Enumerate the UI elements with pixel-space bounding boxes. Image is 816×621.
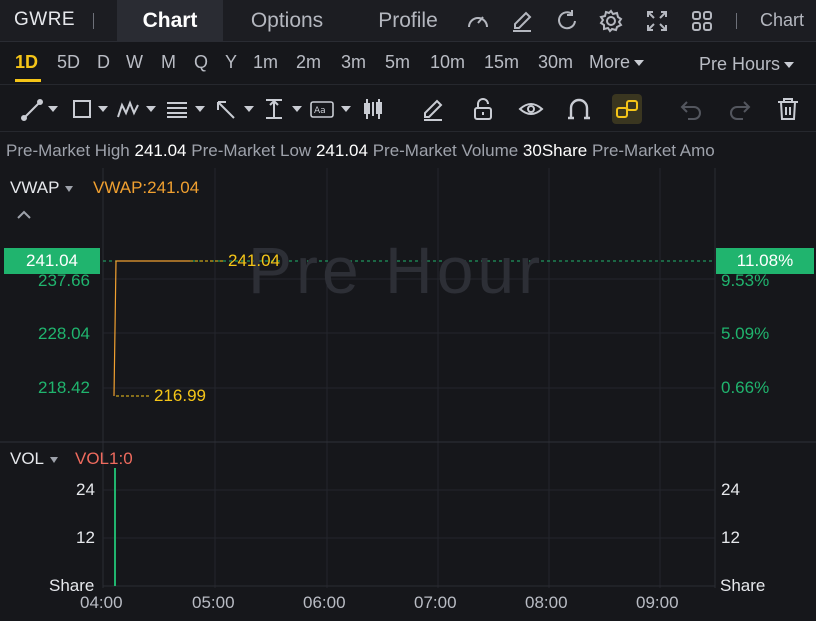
price-axis-label: 228.04 [38, 324, 90, 343]
time-axis-label: 08:00 [525, 593, 568, 612]
magnet-icon[interactable] [566, 96, 592, 122]
period-30m[interactable]: 30m [538, 52, 573, 73]
percent-axis-label: 9.53% [721, 271, 770, 290]
premarket-high-value: 241.04 [134, 141, 187, 160]
time-axis-label: 09:00 [636, 593, 679, 612]
tab-profile[interactable]: Profile [360, 0, 456, 42]
eye-icon[interactable] [518, 96, 544, 122]
chart-link[interactable]: Chart [760, 10, 804, 31]
period-bar: 1D 5D D W M Q Y 1m 2m 3m 5m 10m 15m 30m … [0, 43, 816, 85]
divider [93, 13, 94, 29]
tab-options[interactable]: Options [228, 0, 346, 42]
line-tool-icon[interactable] [20, 96, 62, 122]
grid-icon[interactable] [689, 8, 715, 34]
volume-axis-label: 24 [721, 480, 740, 499]
chevron-down-icon [50, 456, 59, 463]
premarket-volume-label: Pre-Market Volume [372, 141, 519, 160]
chevron-down-icon [65, 185, 74, 192]
trash-icon[interactable] [775, 96, 801, 122]
chart-area[interactable]: Pre Hour VWAP VWAP:241.04 241.04 11.08% … [0, 168, 816, 621]
unlock-icon[interactable] [470, 96, 496, 122]
premarket-low-label: Pre-Market Low [191, 141, 312, 160]
last-price-annotation: 241.04 [228, 251, 280, 270]
volume-axis-label: 12 [76, 528, 95, 547]
tab-chart[interactable]: Chart [117, 0, 223, 42]
period-d[interactable]: D [97, 52, 110, 73]
price-axis-label: 218.42 [38, 378, 90, 397]
vol-value: VOL1:0 [75, 449, 133, 468]
period-10m[interactable]: 10m [430, 52, 465, 73]
period-1d[interactable]: 1D [15, 52, 38, 73]
vol-indicator-selector[interactable]: VOL [10, 449, 59, 469]
premarket-stats: Pre-Market High 241.04 Pre-Market Low 24… [0, 138, 816, 166]
edit-icon[interactable] [509, 8, 535, 34]
percent-axis-label: 0.66% [721, 378, 770, 397]
more-periods-dropdown[interactable]: More [589, 52, 645, 73]
session-dropdown[interactable]: Pre Hours [699, 54, 795, 75]
chevron-down-icon [634, 60, 645, 67]
period-5d[interactable]: 5D [57, 52, 80, 73]
ticker-symbol: GWRE [14, 9, 76, 30]
vol-label: VOL [10, 449, 45, 468]
undo-icon[interactable] [679, 96, 705, 122]
premarket-high-label: Pre-Market High [6, 141, 130, 160]
time-axis-label: 04:00 [80, 593, 123, 612]
period-w[interactable]: W [126, 52, 143, 73]
drawing-toolbar: Aa [0, 86, 816, 132]
period-y[interactable]: Y [225, 52, 237, 73]
percent-axis-label: 5.09% [721, 324, 770, 343]
time-axis-label: 05:00 [192, 593, 235, 612]
link-icon[interactable] [612, 94, 642, 124]
period-1m[interactable]: 1m [253, 52, 278, 73]
pattern-tool-icon[interactable] [116, 96, 160, 122]
period-2m[interactable]: 2m [296, 52, 321, 73]
period-q[interactable]: Q [194, 52, 208, 73]
more-label: More [589, 52, 631, 72]
time-axis-label: 07:00 [414, 593, 457, 612]
session-watermark: Pre Hour [248, 233, 545, 307]
volume-unit-label: Share [720, 576, 766, 595]
vwap-label: VWAP [10, 178, 60, 197]
text-tool-icon[interactable]: Aa [309, 96, 355, 122]
session-label: Pre Hours [699, 54, 781, 74]
volume-axis-label: 12 [721, 528, 740, 547]
period-3m[interactable]: 3m [341, 52, 366, 73]
period-m[interactable]: M [161, 52, 176, 73]
premarket-volume-value: 30Share [522, 141, 588, 160]
svg-text:Aa: Aa [314, 106, 326, 116]
refresh-icon[interactable] [554, 8, 580, 34]
redo-icon[interactable] [726, 96, 752, 122]
period-5m[interactable]: 5m [385, 52, 410, 73]
top-header: GWRE Chart Options Profile Chart [0, 0, 816, 42]
divider [736, 13, 737, 29]
volume-axis-label: 24 [76, 480, 95, 499]
settings-icon[interactable] [598, 8, 624, 34]
vwap-value: VWAP:241.04 [93, 178, 200, 197]
active-period-indicator [15, 79, 41, 82]
arrow-tool-icon[interactable] [214, 96, 258, 122]
pencil-icon[interactable] [420, 96, 446, 122]
chevron-down-icon [784, 62, 795, 69]
price-axis-label: 237.66 [38, 271, 90, 290]
premarket-amount-label: Pre-Market Amo [591, 141, 715, 160]
vwap-indicator-selector[interactable]: VWAP [10, 178, 74, 198]
measure-tool-icon[interactable] [262, 96, 306, 122]
premarket-low-value: 241.04 [315, 141, 368, 160]
gauge-icon[interactable] [465, 8, 491, 34]
period-15m[interactable]: 15m [484, 52, 519, 73]
candle-tool-icon[interactable] [360, 96, 386, 122]
low-price-annotation: 216.99 [154, 386, 206, 405]
fib-tool-icon[interactable] [165, 96, 209, 122]
time-axis-label: 06:00 [303, 593, 346, 612]
expand-icon[interactable] [644, 8, 670, 34]
rectangle-tool-icon[interactable] [70, 96, 112, 122]
